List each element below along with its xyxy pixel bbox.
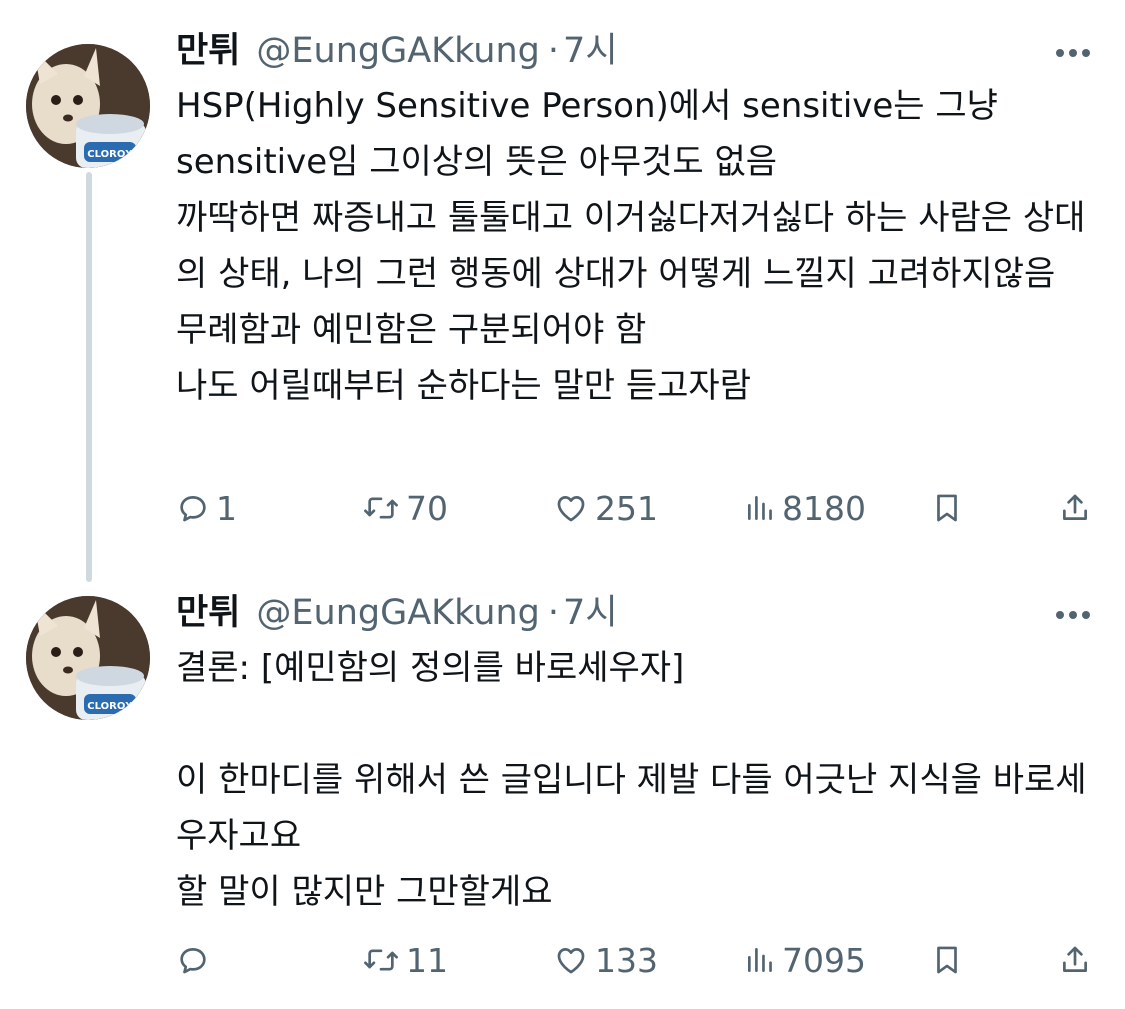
views-button[interactable]: 7095 — [744, 932, 866, 988]
views-chart-icon — [744, 943, 776, 977]
like-count: 133 — [595, 940, 658, 980]
views-chart-icon — [744, 491, 776, 525]
views-count: 7095 — [782, 940, 866, 980]
like-button[interactable]: 251 — [553, 480, 658, 536]
reply-count: 1 — [216, 488, 237, 528]
author-handle[interactable]: @EungGAKkung — [256, 26, 540, 76]
more-horizontal-icon[interactable] — [1051, 593, 1095, 637]
retweet-count: 70 — [406, 488, 448, 528]
share-icon — [1058, 491, 1092, 525]
views-button[interactable]: 8180 — [744, 480, 866, 536]
like-count: 251 — [595, 488, 658, 528]
separator-dot: · — [547, 593, 560, 633]
retweet-icon — [362, 943, 400, 977]
share-icon — [1058, 943, 1092, 977]
author-handle[interactable]: @EungGAKkung — [256, 588, 540, 638]
separator-dot: · — [547, 31, 560, 71]
bookmark-icon — [930, 943, 964, 977]
svg-text:CLOROX: CLOROX — [87, 149, 133, 160]
retweet-button[interactable]: 70 — [362, 480, 448, 536]
author-name[interactable]: 만튀 — [176, 26, 240, 76]
tweet-2[interactable]: CLOROX 만튀 @EungGAKkung · 7시 결론: [예민함의 정의… — [0, 580, 1125, 1009]
tweet-1[interactable]: CLOROX 만튀 @EungGAKkung · 7시 HSP(Highly S… — [0, 0, 1125, 582]
more-horizontal-icon[interactable] — [1051, 31, 1095, 75]
tweet-text: HSP(Highly Sensitive Person)에서 sensitive… — [176, 86, 1086, 406]
heart-icon — [553, 943, 589, 977]
reply-icon — [176, 943, 210, 977]
tweet-actions: 11 133 7095 — [0, 932, 1125, 988]
reply-icon — [176, 491, 210, 525]
tweet-text: 결론: [예민함의 정의를 바로세우자] 이 한마디를 위해서 쓴 글입니다 제… — [176, 648, 1087, 912]
tweet-time[interactable]: 7시 — [563, 26, 617, 76]
tweet-actions: 1 70 251 8180 — [0, 480, 1125, 536]
views-count: 8180 — [782, 488, 866, 528]
share-button[interactable] — [1058, 480, 1092, 536]
tweet-header: 만튀 @EungGAKkung · 7시 — [176, 588, 618, 638]
reply-button[interactable] — [176, 932, 216, 988]
tweet-header: 만튀 @EungGAKkung · 7시 — [176, 26, 618, 76]
retweet-count: 11 — [406, 940, 448, 980]
tweet-time[interactable]: 7시 — [563, 588, 617, 638]
reply-button[interactable]: 1 — [176, 480, 237, 536]
avatar[interactable]: CLOROX — [26, 596, 150, 720]
author-name[interactable]: 만튀 — [176, 588, 240, 638]
bookmark-button[interactable] — [930, 480, 964, 536]
bookmark-icon — [930, 491, 964, 525]
avatar[interactable]: CLOROX — [26, 44, 150, 168]
heart-icon — [553, 491, 589, 525]
retweet-icon — [362, 491, 400, 525]
share-button[interactable] — [1058, 932, 1092, 988]
bookmark-button[interactable] — [930, 932, 964, 988]
svg-text:CLOROX: CLOROX — [87, 701, 133, 712]
retweet-button[interactable]: 11 — [362, 932, 448, 988]
like-button[interactable]: 133 — [553, 932, 658, 988]
